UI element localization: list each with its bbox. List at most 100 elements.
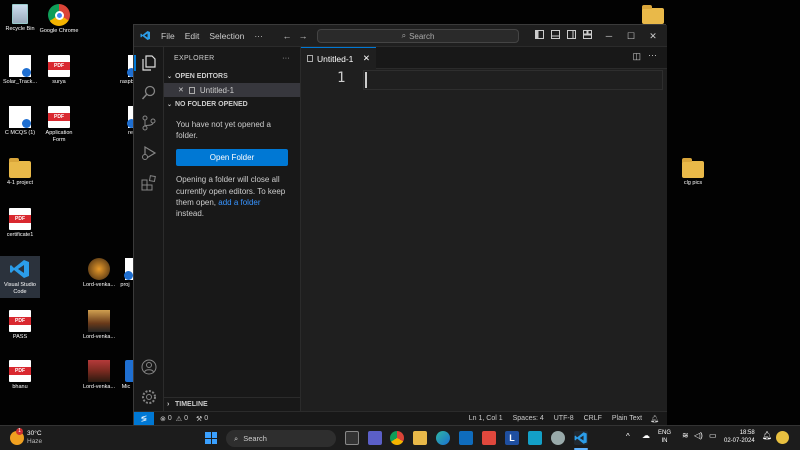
app-icon-red[interactable]: [482, 431, 496, 445]
folder-4-1-project-icon[interactable]: 4-1 project: [0, 158, 40, 187]
notification-bell-icon[interactable]: 🔔︎: [762, 431, 772, 440]
lord-venka-1-icon[interactable]: Lord-venka...: [79, 258, 119, 289]
language-indicator[interactable]: ENG IN: [658, 430, 671, 446]
close-editor-icon[interactable]: ✕: [178, 86, 184, 94]
lord-venka-2-icon[interactable]: Lord-venka...: [79, 310, 119, 341]
close-icon[interactable]: ✕: [646, 29, 660, 43]
time: 18:58: [739, 430, 755, 436]
run-debug-icon[interactable]: [141, 145, 157, 161]
certificate1-pdf-icon[interactable]: certificate1: [0, 208, 40, 239]
explorer-more-icon[interactable]: ···: [282, 55, 290, 62]
chevron-down-icon: ⌄: [167, 101, 173, 108]
desktop: Recycle Bin Google Chrome Solar_Track...…: [0, 0, 800, 450]
onedrive-icon[interactable]: ☁: [642, 431, 650, 440]
pass-pdf-icon[interactable]: PASS: [0, 310, 40, 341]
close-tab-icon[interactable]: ✕: [363, 53, 370, 64]
explorer-files-icon[interactable]: [141, 55, 157, 71]
no-folder-header[interactable]: ⌄ NO FOLDER OPENED: [164, 97, 300, 111]
add-folder-link[interactable]: add a folder: [218, 198, 260, 207]
source-control-icon[interactable]: [141, 115, 157, 131]
file-icon: [307, 55, 313, 62]
surya-pdf-icon[interactable]: surya: [39, 55, 79, 86]
teams-icon[interactable]: [368, 431, 382, 445]
warnings-icon[interactable]: ⚠: [176, 415, 182, 423]
certificate1-label: certificate1: [6, 232, 34, 238]
app-icon-teal[interactable]: [528, 431, 542, 445]
remote-indicator-icon[interactable]: ≶: [134, 411, 154, 426]
recycle-bin-icon[interactable]: Recycle Bin: [0, 4, 40, 33]
menu-file[interactable]: File: [156, 31, 180, 41]
menu-more[interactable]: ···: [249, 31, 268, 41]
volume-icon[interactable]: ◁): [694, 431, 703, 440]
language-mode[interactable]: Plain Text: [612, 415, 642, 422]
toggle-panel-icon[interactable]: [548, 29, 562, 43]
settings-taskbar-icon[interactable]: [551, 431, 565, 445]
folder-icon[interactable]: [642, 5, 664, 24]
warnings-count[interactable]: 0: [184, 415, 188, 422]
tab-untitled-1[interactable]: Untitled-1 ✕: [301, 47, 376, 69]
clock[interactable]: 18:58 02-07-2024: [724, 430, 755, 446]
chrome-taskbar-icon[interactable]: [390, 431, 404, 445]
edge-icon[interactable]: [436, 431, 450, 445]
app-icon-l[interactable]: L: [505, 431, 519, 445]
lord-venka-3-icon[interactable]: Lord-venka...: [79, 360, 119, 391]
bhanu-pdf-icon[interactable]: bhanu: [0, 360, 40, 391]
chevron-down-icon: ⌄: [167, 73, 173, 80]
task-view-icon[interactable]: [345, 431, 359, 445]
editor-line-1[interactable]: 1: [301, 70, 667, 90]
open-editor-item[interactable]: ✕ Untitled-1: [164, 83, 300, 97]
file-explorer-icon[interactable]: [413, 431, 427, 445]
menu-edit[interactable]: Edit: [180, 31, 205, 41]
command-center-search[interactable]: ⌕ Search: [317, 29, 519, 43]
outlook-icon[interactable]: [459, 431, 473, 445]
minimize-icon[interactable]: ─: [602, 29, 616, 43]
google-chrome-icon[interactable]: Google Chrome: [39, 4, 79, 35]
solar-track-icon[interactable]: Solar_Track...: [0, 55, 40, 86]
toggle-secondary-sidebar-icon[interactable]: [564, 29, 578, 43]
end-of-line[interactable]: CRLF: [584, 415, 602, 422]
notifications-bell-icon[interactable]: 🔔︎: [650, 415, 659, 423]
extensions-icon[interactable]: [141, 175, 157, 191]
errors-count[interactable]: 0: [168, 415, 172, 422]
application-form-pdf-icon[interactable]: Application Form: [39, 106, 79, 144]
account-icon[interactable]: [141, 359, 157, 375]
timeline-header[interactable]: › TIMELINE: [164, 397, 301, 411]
forward-arrow-icon[interactable]: →: [296, 29, 310, 43]
lord-venka-3-label: Lord-venka...: [82, 384, 116, 390]
ports-icon[interactable]: ⚒: [196, 415, 202, 423]
chevron-right-icon: ›: [167, 401, 170, 408]
open-folder-button[interactable]: Open Folder: [176, 149, 288, 167]
taskbar-search-box[interactable]: ⌕ Search: [226, 430, 336, 447]
wifi-icon[interactable]: ≋: [682, 431, 689, 440]
menu-selection[interactable]: Selection: [204, 31, 249, 41]
clg-pics-folder-icon[interactable]: clg pics: [672, 158, 714, 187]
open-editors-label: OPEN EDITORS: [175, 72, 228, 80]
start-windows-icon[interactable]: [205, 432, 217, 444]
c-mcqs-icon[interactable]: C MCQS (1): [0, 106, 40, 137]
toggle-primary-sidebar-icon[interactable]: [532, 29, 546, 43]
indentation[interactable]: Spaces: 4: [513, 415, 544, 422]
ports-count[interactable]: 0: [204, 415, 208, 422]
search-icon[interactable]: [141, 85, 157, 101]
back-arrow-icon[interactable]: ←: [280, 29, 294, 43]
vscode-taskbar-icon[interactable]: [574, 431, 588, 445]
weather-widget[interactable]: 30°C Haze: [27, 430, 42, 447]
file-icon: [188, 86, 195, 94]
errors-icon[interactable]: ⊗: [160, 415, 166, 423]
open-editors-header[interactable]: ⌄ OPEN EDITORS: [164, 69, 300, 83]
encoding[interactable]: UTF-8: [554, 415, 574, 422]
mic-label: Mic: [121, 384, 131, 390]
editor-more-icon[interactable]: ···: [648, 50, 657, 60]
maximize-icon[interactable]: ☐: [624, 29, 638, 43]
visual-studio-code-desktop-icon[interactable]: Visual Studio Code: [0, 256, 40, 298]
chevron-up-icon[interactable]: ^: [626, 432, 630, 441]
customize-layout-icon[interactable]: [580, 29, 594, 43]
settings-gear-icon[interactable]: [141, 389, 157, 405]
split-editor-icon[interactable]: ◫: [632, 51, 641, 62]
battery-icon[interactable]: ▭: [709, 431, 717, 440]
tab-bar: Untitled-1 ✕ ◫ ···: [301, 47, 667, 69]
cursor-position[interactable]: Ln 1, Col 1: [469, 415, 503, 422]
lord-venka-1-label: Lord-venka...: [82, 282, 116, 288]
copilot-icon[interactable]: [776, 431, 789, 444]
visual-studio-code-label: Visual Studio Code: [3, 282, 36, 295]
